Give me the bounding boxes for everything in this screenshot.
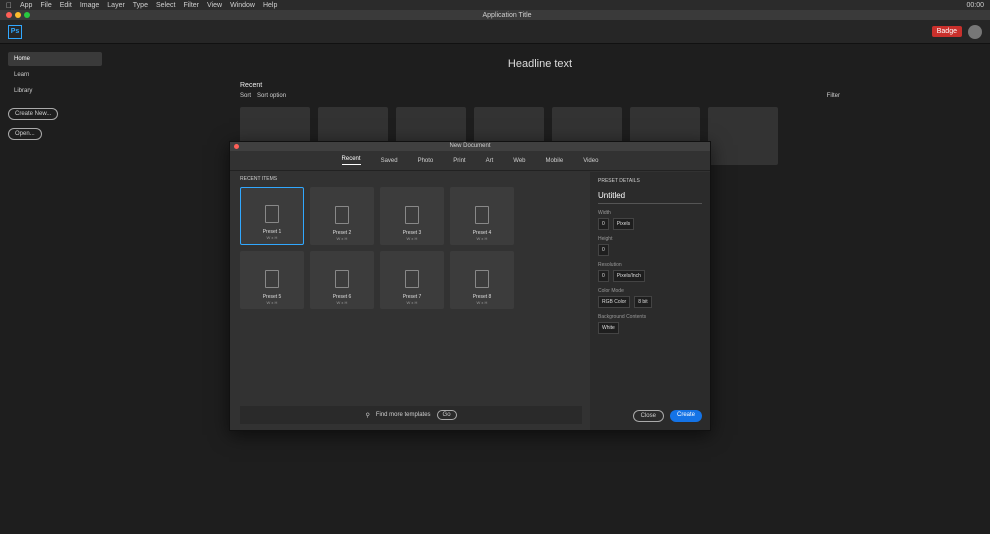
- recent-heading: Recent: [240, 82, 263, 89]
- template-search: ⚲ Find more templates Go: [240, 406, 582, 424]
- sidebar: Home Learn Library Create New... Open...: [0, 44, 110, 534]
- bit-depth-select[interactable]: 8 bit: [634, 296, 652, 308]
- sidebar-item-learn[interactable]: Learn: [8, 68, 102, 82]
- page-title: Headline text: [507, 58, 573, 70]
- title-bar: Application Title: [0, 10, 990, 20]
- document-icon: [405, 270, 419, 288]
- sidebar-item-home[interactable]: Home: [8, 52, 102, 66]
- create-button[interactable]: Create: [669, 410, 702, 422]
- dialog-close-icon[interactable]: [234, 144, 239, 149]
- menu-item[interactable]: File: [40, 2, 51, 9]
- preset-dims: W x H: [406, 236, 418, 241]
- tab-photo[interactable]: Photo: [418, 158, 434, 164]
- dialog-title-bar: New Document: [230, 142, 710, 151]
- document-icon: [265, 270, 279, 288]
- background-select[interactable]: White: [598, 322, 619, 334]
- preset-card[interactable]: Preset 2W x H: [310, 187, 374, 245]
- window-controls: [6, 12, 30, 18]
- width-input[interactable]: 0: [598, 218, 609, 230]
- new-document-dialog: New Document Recent Saved Photo Print Ar…: [229, 141, 711, 431]
- menu-item[interactable]: Select: [156, 2, 175, 9]
- height-input[interactable]: 0: [598, 244, 609, 256]
- preset-list: RECENT ITEMS Preset 1W x H Preset 2W x H…: [240, 176, 585, 394]
- preset-card[interactable]: Preset 5W x H: [240, 251, 304, 309]
- resolution-label: Resolution: [598, 262, 622, 268]
- menu-item[interactable]: Help: [263, 2, 277, 9]
- tab-recent[interactable]: Recent: [341, 156, 361, 165]
- tab-art[interactable]: Art: [486, 158, 494, 164]
- create-new-button[interactable]: Create New...: [8, 108, 59, 120]
- search-icon: ⚲: [365, 412, 370, 419]
- status-badge[interactable]: Badge: [931, 26, 962, 37]
- preset-card[interactable]: Preset 7W x H: [380, 251, 444, 309]
- document-icon: [335, 206, 349, 224]
- document-icon: [475, 270, 489, 288]
- document-icon: [405, 206, 419, 224]
- window-title: Application Title: [482, 11, 532, 19]
- document-icon: [335, 270, 349, 288]
- document-icon: [475, 206, 489, 224]
- tab-mobile[interactable]: Mobile: [546, 158, 564, 164]
- search-input[interactable]: Find more templates: [376, 412, 431, 418]
- close-window-button[interactable]: [6, 12, 12, 18]
- sidebar-item-library[interactable]: Library: [8, 84, 102, 98]
- preset-dims: W x H: [266, 235, 278, 240]
- menu-item[interactable]: Type: [133, 2, 148, 9]
- open-button[interactable]: Open...: [8, 128, 42, 140]
- preset-dims: W x H: [476, 300, 488, 305]
- filter-label: Filter: [826, 93, 840, 99]
- preset-grid: Preset 1W x H Preset 2W x H Preset 3W x …: [240, 187, 585, 309]
- preset-card[interactable]: Preset 3W x H: [380, 187, 444, 245]
- unit-select[interactable]: Pixels: [612, 218, 635, 230]
- menu-item[interactable]: Edit: [60, 2, 72, 9]
- color-mode-label: Color Mode: [598, 288, 624, 294]
- close-button[interactable]: Close: [632, 410, 664, 422]
- dialog-title: New Document: [449, 143, 491, 149]
- preset-dims: W x H: [336, 300, 348, 305]
- preset-dims: W x H: [476, 236, 488, 241]
- resolution-unit-select[interactable]: Pixels/Inch: [612, 270, 645, 282]
- width-label: Width: [598, 210, 611, 216]
- menu-item[interactable]: Window: [230, 2, 255, 9]
- menu-item[interactable]: Layer: [107, 2, 125, 9]
- app-logo[interactable]: Ps: [8, 24, 22, 39]
- minimize-window-button[interactable]: [15, 12, 21, 18]
- preset-dims: W x H: [266, 300, 278, 305]
- app-bar: Ps Badge: [0, 20, 990, 44]
- menu-item[interactable]: View: [207, 2, 222, 9]
- menu-bar:  App File Edit Image Layer Type Select …: [0, 0, 990, 10]
- resolution-input[interactable]: 0: [598, 270, 609, 282]
- height-label: Height: [598, 236, 613, 242]
- preset-card[interactable]: Preset 1W x H: [240, 187, 304, 245]
- color-mode-select[interactable]: RGB Color: [598, 296, 631, 308]
- preset-tabs: Recent Saved Photo Print Art Web Mobile …: [230, 151, 710, 171]
- tab-video[interactable]: Video: [583, 158, 598, 164]
- apple-icon[interactable]: : [6, 1, 12, 10]
- clock: 00:00: [966, 1, 984, 9]
- sort-row: Sort Sort option Filter: [240, 93, 840, 99]
- preset-card[interactable]: Preset 8W x H: [450, 251, 514, 309]
- document-name-input[interactable]: Untitled: [598, 188, 702, 204]
- tab-web[interactable]: Web: [513, 158, 525, 164]
- preset-card[interactable]: Preset 4W x H: [450, 187, 514, 245]
- background-label: Background Contents: [598, 314, 647, 320]
- sort-label: Sort: [240, 93, 252, 99]
- dialog-footer: Close Create: [632, 410, 702, 422]
- document-icon: [265, 205, 279, 223]
- go-button[interactable]: Go: [436, 410, 457, 420]
- sort-select[interactable]: Sort option: [257, 93, 286, 99]
- recent-file-thumb[interactable]: [708, 107, 778, 165]
- details-section-label: PRESET DETAILS: [598, 178, 640, 184]
- section-label: RECENT ITEMS: [240, 176, 278, 182]
- menu-item[interactable]: Image: [80, 2, 99, 9]
- preset-dims: W x H: [336, 236, 348, 241]
- menu-app[interactable]: App: [20, 2, 32, 9]
- menu-item[interactable]: Filter: [183, 2, 199, 9]
- preset-dims: W x H: [406, 300, 418, 305]
- tab-print[interactable]: Print: [453, 158, 465, 164]
- preset-details: PRESET DETAILS Untitled Width 0 Pixels He…: [590, 172, 710, 430]
- avatar[interactable]: [968, 24, 982, 39]
- preset-card[interactable]: Preset 6W x H: [310, 251, 374, 309]
- tab-saved[interactable]: Saved: [381, 158, 398, 164]
